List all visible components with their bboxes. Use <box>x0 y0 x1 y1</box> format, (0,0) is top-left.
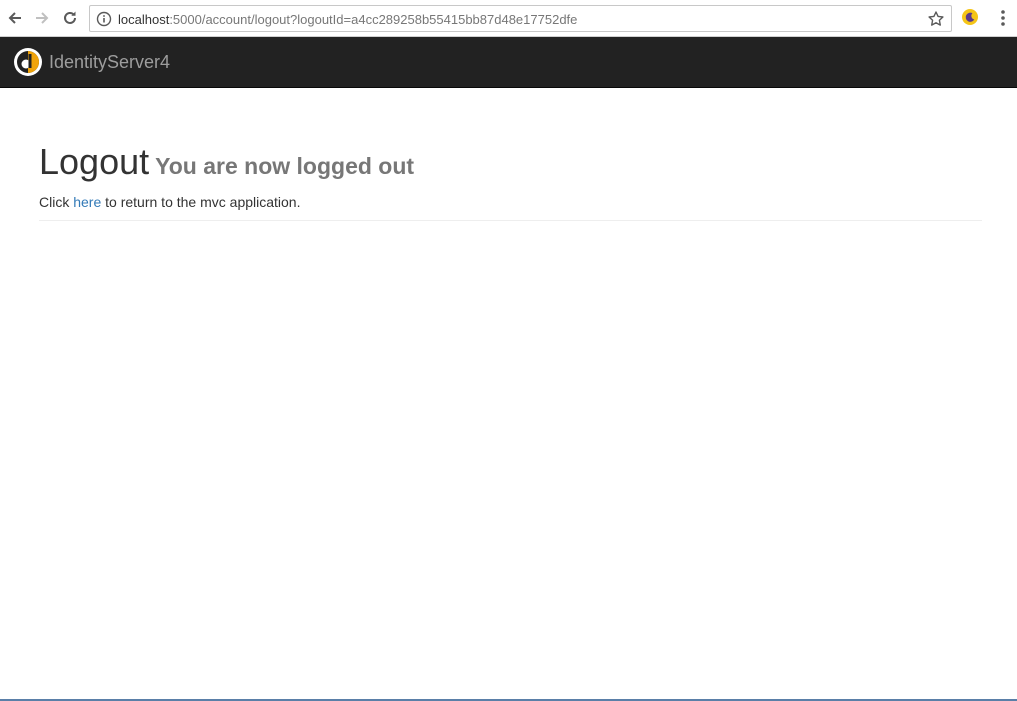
browser-toolbar: localhost:5000/account/logout?logoutId=a… <box>0 0 1017 37</box>
return-message: Click here to return to the mvc applicat… <box>39 192 300 212</box>
page-title: Logout You are now logged out <box>39 140 414 184</box>
moon-icon[interactable] <box>961 8 979 26</box>
url-text[interactable]: localhost:5000/account/logout?logoutId=a… <box>118 12 577 27</box>
arrow-right-icon <box>36 12 49 24</box>
address-bar[interactable]: localhost:5000/account/logout?logoutId=a… <box>89 5 952 32</box>
back-button[interactable] <box>3 6 27 30</box>
page-header: Logout You are now logged out Click here … <box>39 140 982 221</box>
star-icon[interactable] <box>927 10 945 28</box>
brand-link[interactable]: IdentityServer4 <box>49 52 170 72</box>
app-navbar: IdentityServer4 <box>0 37 1017 88</box>
url-path: :5000/account/logout?logoutId=a4cc289258… <box>169 12 578 27</box>
reload-icon <box>64 11 76 24</box>
kebab-menu-icon[interactable] <box>995 8 1011 28</box>
message-prefix: Click <box>39 194 74 210</box>
url-host: localhost <box>118 12 170 27</box>
title-main: Logout <box>39 141 150 182</box>
title-subtitle: You are now logged out <box>155 153 415 179</box>
main-content: Logout You are now logged out Click here … <box>39 140 982 221</box>
return-link[interactable]: here <box>73 194 101 210</box>
identityserver-logo[interactable] <box>13 47 43 77</box>
message-suffix: to return to the mvc application. <box>101 194 301 210</box>
reload-button[interactable] <box>58 6 82 30</box>
info-icon[interactable] <box>96 11 112 27</box>
arrow-left-icon <box>8 12 21 24</box>
forward-button[interactable] <box>30 6 54 30</box>
